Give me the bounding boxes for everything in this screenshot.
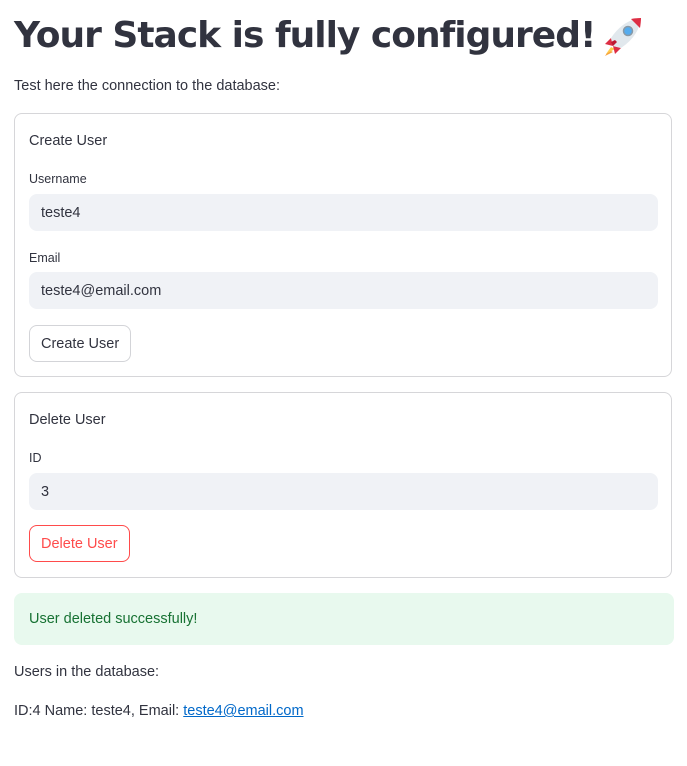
rocket-icon [601, 14, 645, 58]
page-subtitle: Test here the connection to the database… [14, 78, 281, 94]
create-user-button[interactable]: Create User [29, 325, 132, 362]
user-item-text: ID:4 Name: teste4, Email: [14, 703, 184, 719]
create-user-form: Create User Username Email Create User [14, 113, 672, 377]
success-alert: User deleted successfully! [14, 593, 674, 645]
page-title: Your Stack is fully configured! [14, 15, 596, 56]
page-title-row: Your Stack is fully configured! [14, 10, 645, 62]
delete-user-heading: Delete User [29, 412, 106, 428]
user-email-link[interactable]: teste4@email.com [183, 703, 303, 719]
username-label: Username [29, 172, 87, 186]
id-label: ID [29, 451, 42, 465]
email-label: Email [29, 251, 61, 265]
list-item: ID:4 Name: teste4, Email: teste4@email.c… [14, 701, 304, 721]
users-list-heading: Users in the database: [14, 664, 160, 680]
email-input[interactable] [29, 272, 658, 309]
username-input[interactable] [29, 194, 658, 231]
create-user-heading: Create User [29, 133, 108, 149]
delete-user-button[interactable]: Delete User [29, 525, 130, 562]
id-input[interactable] [29, 473, 658, 510]
delete-user-form: Delete User ID Delete User [14, 392, 672, 578]
success-alert-message: User deleted successfully! [29, 611, 198, 627]
